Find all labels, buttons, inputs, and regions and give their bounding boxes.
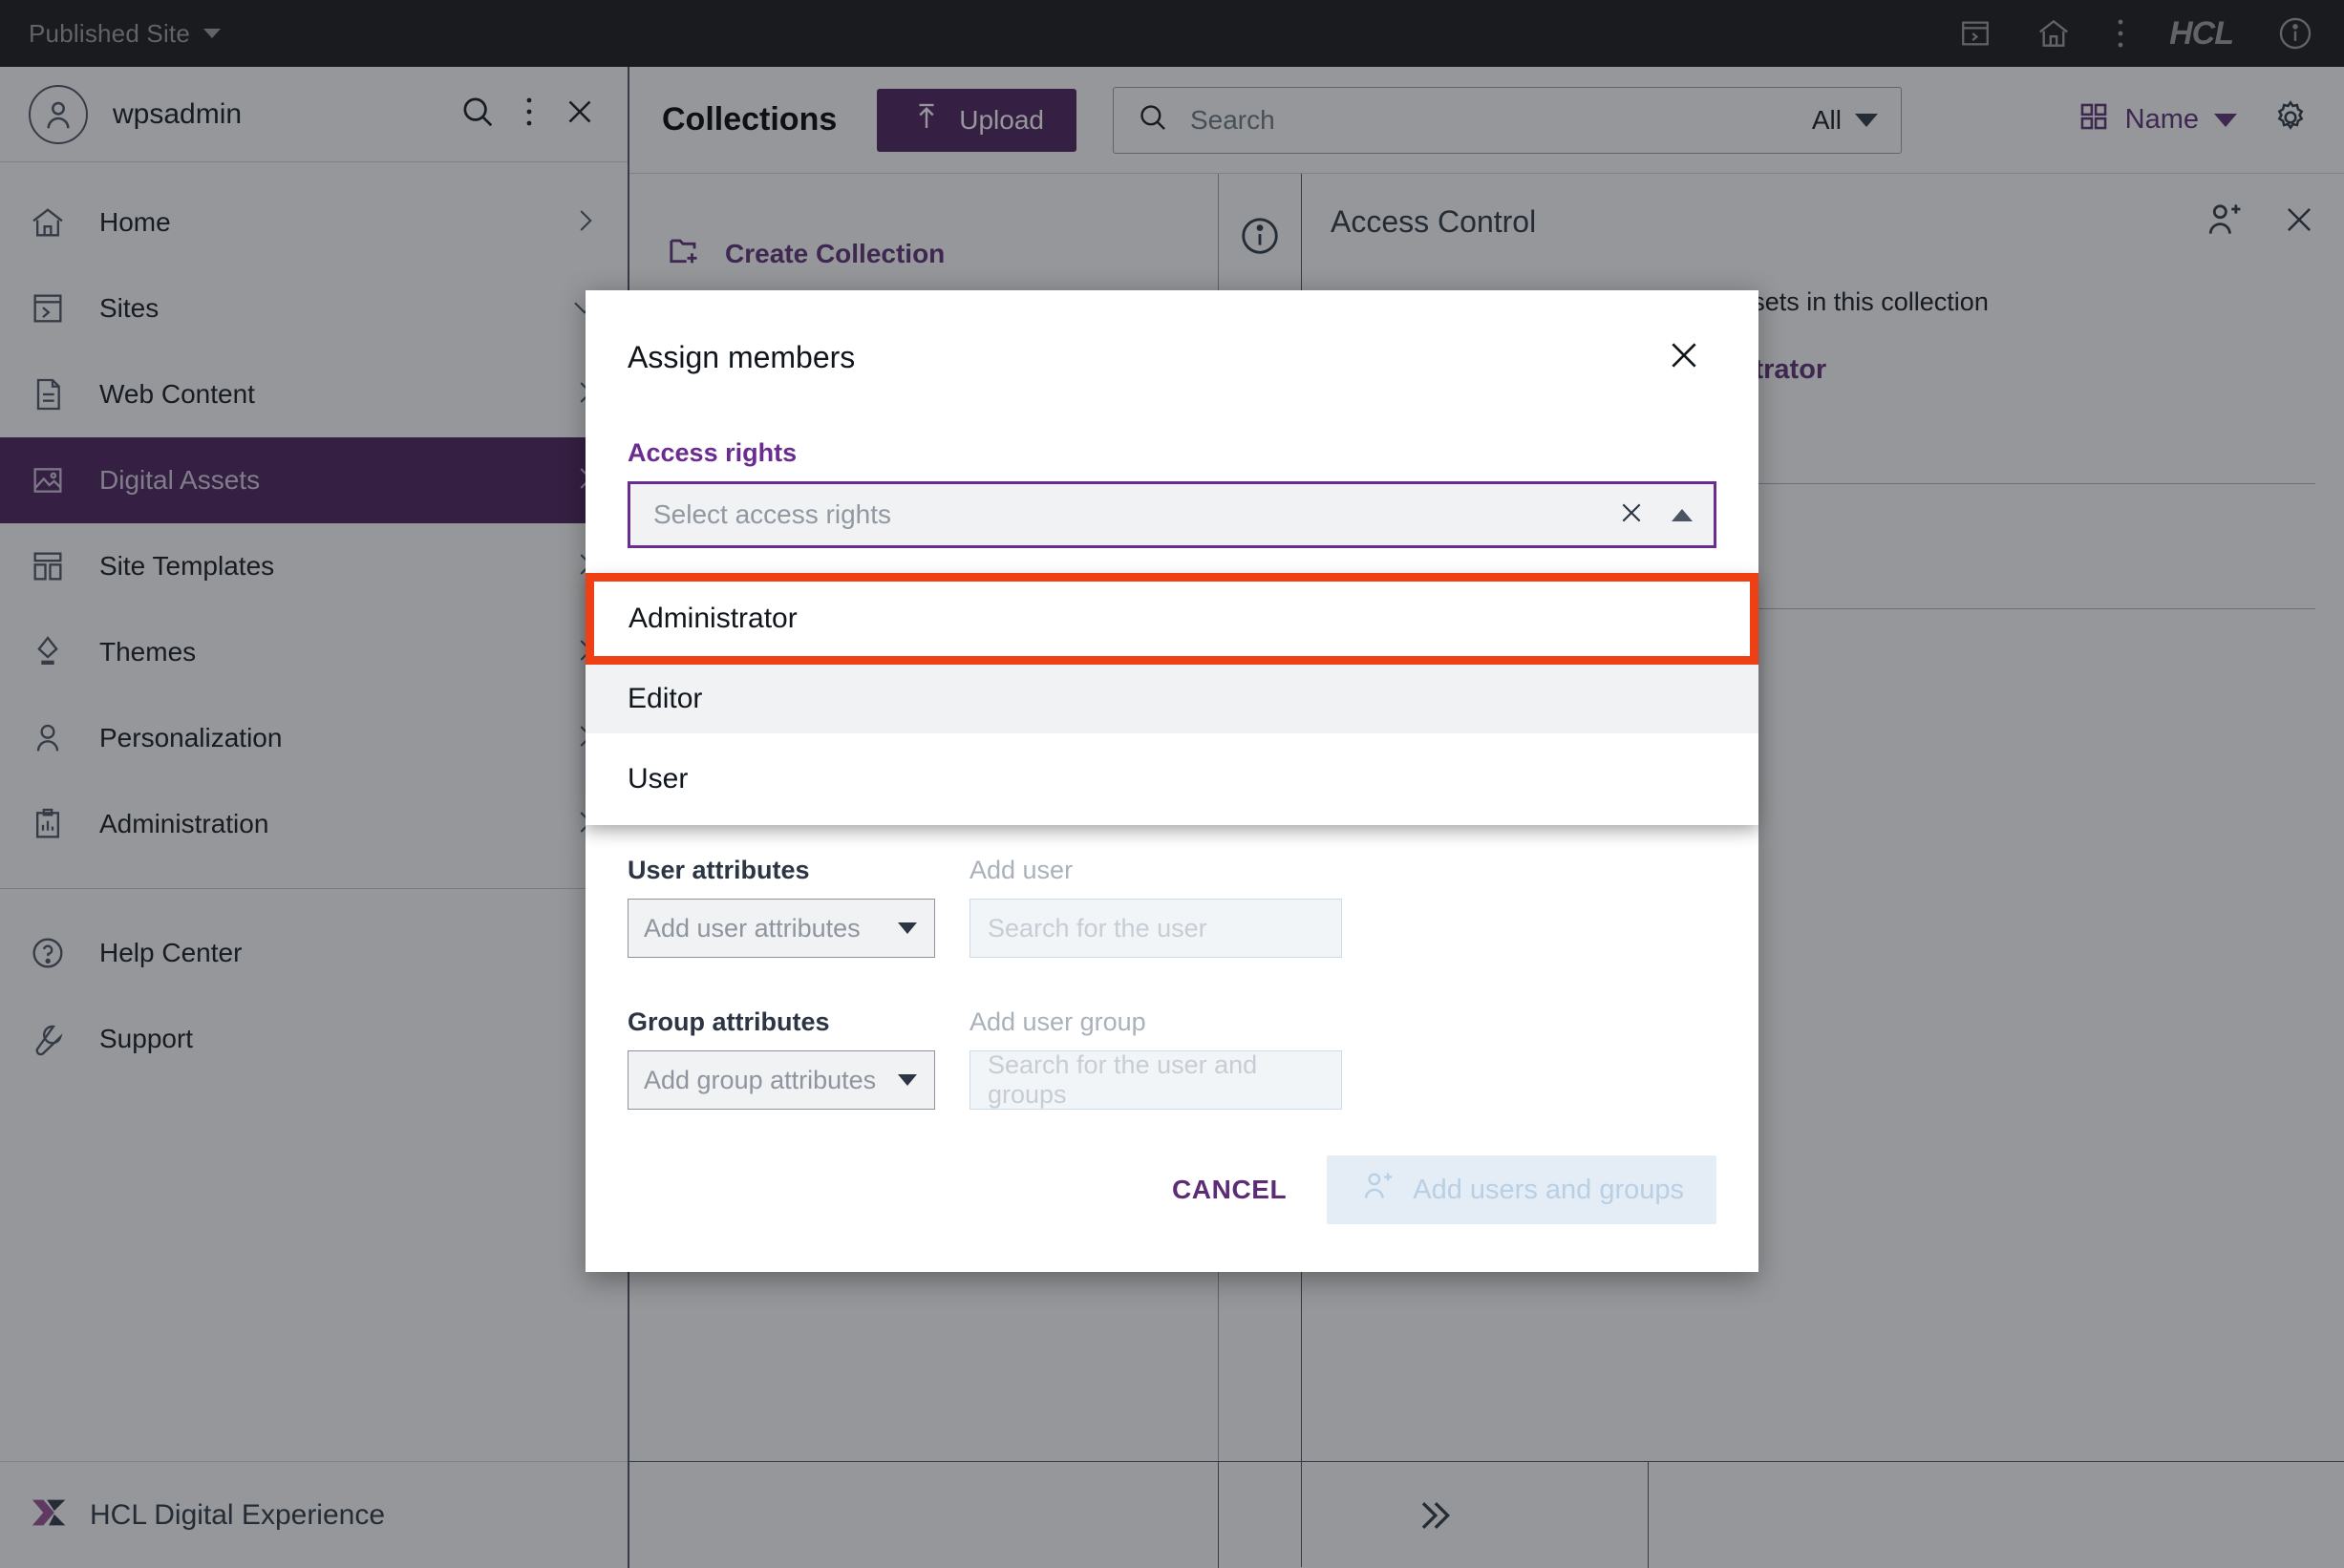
close-icon[interactable] bbox=[1665, 336, 1703, 379]
user-attributes-select[interactable]: Add user attributes bbox=[628, 899, 935, 958]
group-attributes-label: Group attributes bbox=[628, 1007, 952, 1037]
dropdown-option-administrator[interactable]: Administrator bbox=[586, 573, 1758, 665]
add-user-group-input[interactable]: Search for the user and groups bbox=[970, 1050, 1342, 1110]
add-user-label: Add user bbox=[970, 856, 1342, 885]
dropdown-option-user[interactable]: User bbox=[586, 733, 1758, 825]
add-users-and-groups-button[interactable]: Add users and groups bbox=[1327, 1155, 1716, 1224]
group-attributes-placeholder: Add group attributes bbox=[644, 1066, 876, 1095]
dropdown-option-editor[interactable]: Editor bbox=[586, 665, 1758, 733]
add-user-group-placeholder: Search for the user and groups bbox=[988, 1050, 1341, 1110]
access-rights-label: Access rights bbox=[586, 379, 1758, 468]
dialog-actions: CANCEL Add users and groups bbox=[586, 1155, 1758, 1224]
user-attributes-placeholder: Add user attributes bbox=[644, 914, 861, 943]
group-attributes-select[interactable]: Add group attributes bbox=[628, 1050, 935, 1110]
assign-members-dialog-lower: User attributes Add user attributes Add … bbox=[586, 817, 1758, 1272]
clear-x-icon[interactable] bbox=[1616, 498, 1647, 533]
add-user-placeholder: Search for the user bbox=[988, 914, 1207, 943]
chevron-up-icon[interactable] bbox=[1672, 509, 1693, 521]
add-person-icon bbox=[1359, 1168, 1396, 1212]
cancel-button[interactable]: CANCEL bbox=[1153, 1159, 1306, 1220]
add-user-group-label: Add user group bbox=[970, 1007, 1342, 1037]
chevron-down-icon bbox=[898, 922, 917, 934]
user-attributes-label: User attributes bbox=[628, 856, 952, 885]
access-rights-placeholder: Select access rights bbox=[653, 499, 891, 530]
dialog-header: Assign members bbox=[586, 290, 1758, 379]
dialog-title: Assign members bbox=[628, 340, 855, 375]
add-user-input[interactable]: Search for the user bbox=[970, 899, 1342, 958]
access-rights-dropdown: Administrator Editor User bbox=[586, 573, 1758, 825]
chevron-down-icon bbox=[898, 1074, 917, 1086]
add-users-and-groups-label: Add users and groups bbox=[1413, 1175, 1684, 1206]
access-rights-select[interactable]: Select access rights bbox=[628, 481, 1716, 548]
